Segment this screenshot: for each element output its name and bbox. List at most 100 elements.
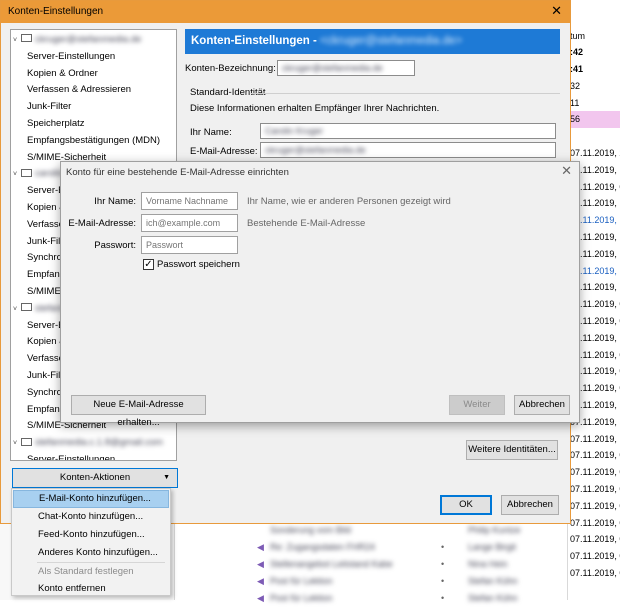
identity-email-label: E-Mail-Adresse:	[190, 146, 258, 157]
message-date[interactable]: 07.11.2019, 07:0	[568, 565, 620, 582]
tree-item[interactable]: Speicherplatz	[11, 115, 176, 132]
message-row[interactable]: ◀ Stellenangebot Leitstand Kabe • Nina Hein	[175, 556, 567, 573]
message-date[interactable]: 07.11.2019, 06:5	[568, 481, 620, 498]
menu-item-add-chat-account[interactable]: Chat-Konto hinzufügen...	[13, 508, 169, 526]
tree-account[interactable]: ˅ stefanmedia.c.1.8@gmail.com	[11, 434, 176, 451]
message-date[interactable]: 11	[568, 95, 620, 112]
message-row[interactable]: ◀ Post für Lektion • Stefan Kühn	[175, 590, 567, 607]
tree-item[interactable]: Server-Einstellungen	[11, 48, 176, 65]
new-email-address-button[interactable]: Neue E-Mail-Adresse erhalten...	[71, 395, 206, 428]
dialog-email-hint: Bestehende E-Mail-Adresse	[247, 218, 366, 229]
dialog-name-input[interactable]	[141, 192, 238, 210]
message-date[interactable]: 07.11.2019, 08:1	[568, 531, 620, 548]
more-identities-button[interactable]: Weitere Identitäten...	[466, 440, 558, 460]
collapse-icon[interactable]: ˅	[13, 435, 21, 451]
message-date[interactable]: 07.11.2019, 21:4	[568, 145, 620, 162]
message-row[interactable]: ◀ Post für Lektion • Stefan Kühn	[175, 573, 567, 590]
identity-name-label: Ihr Name:	[190, 127, 232, 138]
menu-item-remove-account[interactable]: Konto entfernen	[13, 580, 169, 598]
envelope-icon	[21, 168, 32, 177]
message-row[interactable]: Sonderung vom Bild Philip Kuntze	[175, 522, 567, 539]
dialog-email-label: E-Mail-Adresse:	[68, 218, 136, 229]
tree-account[interactable]: ˅ ckruger@stefanmedia.de	[11, 31, 176, 48]
ok-button[interactable]: OK	[440, 495, 492, 515]
reply-arrow-icon: ◀	[257, 593, 264, 603]
account-actions-menu: E-Mail-Konto hinzufügen... Chat-Konto hi…	[11, 488, 171, 596]
message-sender: Stefan Kühn	[468, 576, 518, 586]
column-header[interactable]: tum	[568, 28, 620, 45]
window-titlebar: Konten-Einstellungen ✕	[1, 1, 570, 23]
menu-item-add-feed-account[interactable]: Feed-Konto hinzufügen...	[13, 526, 169, 544]
dialog-title: Konto für eine bestehende E-Mail-Adresse…	[66, 167, 289, 178]
tree-account-label: ckruger@stefanmedia.de	[35, 34, 142, 45]
menu-item-add-mail-account[interactable]: E-Mail-Konto hinzufügen...	[13, 490, 169, 508]
message-date[interactable]: :41	[568, 61, 620, 78]
envelope-icon	[21, 437, 32, 446]
dialog-email-input[interactable]	[141, 214, 238, 232]
dialog-password-label: Passwort:	[94, 240, 136, 251]
window-title: Konten-Einstellungen	[8, 6, 104, 17]
panel-header-title: Konten-Einstellungen -	[191, 35, 321, 47]
message-subject: Sonderung vom Bild	[270, 525, 352, 535]
message-list-remainder: Sonderung vom Bild Philip Kuntze ◀ Re: Zuga…	[175, 522, 567, 603]
status-dot-icon: •	[441, 576, 445, 586]
tree-item[interactable]: Empfangsbestätigungen (MDN)	[11, 132, 176, 149]
account-name-label: Konten-Bezeichnung:	[185, 63, 276, 74]
tree-item[interactable]: Kopien & Ordner	[11, 65, 176, 82]
message-date[interactable]: 07.11.2019, 07:0	[568, 548, 620, 565]
account-actions-button[interactable]: Konten-Aktionen ▼	[12, 468, 178, 488]
tree-item[interactable]: Verfassen & Adressieren	[11, 81, 176, 98]
identity-section-description: Diese Informationen erhalten Empfänger I…	[190, 103, 440, 114]
envelope-icon	[21, 34, 32, 43]
dialog-cancel-button[interactable]: Abbrechen	[514, 395, 570, 415]
message-date[interactable]: 56	[568, 111, 620, 128]
message-date[interactable]: :42	[568, 44, 620, 61]
message-sender: Stefan Kühn	[468, 593, 518, 603]
account-actions-label: Konten-Aktionen	[59, 472, 131, 483]
menu-item-add-other-account[interactable]: Anderes Konto hinzufügen...	[13, 544, 169, 562]
envelope-icon	[21, 303, 32, 312]
chevron-down-icon: ▼	[163, 474, 170, 481]
message-date[interactable]: 07.11.2019, 09:4	[568, 447, 620, 464]
message-subject: Post für Lektion	[270, 576, 333, 586]
tree-item[interactable]: Server-Einstellungen	[11, 451, 176, 460]
remember-password-checkbox[interactable]: ✓	[143, 259, 154, 270]
settings-cancel-button[interactable]: Abbrechen	[501, 495, 559, 515]
message-sender: Lange Birgit	[468, 542, 517, 552]
message-date[interactable]: 07.11.2019, 09:0	[568, 464, 620, 481]
message-subject: Re: Zugangsdaten FHR24	[270, 542, 376, 552]
identity-name-input[interactable]: Carolin Kruger	[260, 123, 556, 139]
window-close-button[interactable]: ✕	[551, 4, 562, 18]
dialog-name-label: Ihr Name:	[94, 196, 136, 207]
reply-arrow-icon: ◀	[257, 542, 264, 552]
message-date[interactable]: 07.11.2019, 10:1	[568, 431, 620, 448]
tree-account-label: stefanmedia.c.1.8@gmail.com	[35, 437, 163, 449]
message-sender: Nina Hein	[468, 559, 508, 569]
collapse-icon[interactable]: ˅	[13, 301, 21, 317]
message-date[interactable]: 07.11.2019, 08:2	[568, 498, 620, 515]
remember-password-label: Passwort speichern	[157, 259, 240, 270]
collapse-icon[interactable]: ˅	[13, 166, 21, 182]
account-setup-dialog: Konto für eine bestehende E-Mail-Adresse…	[60, 161, 580, 428]
message-date[interactable]: 07.11.2019, 08:3	[568, 515, 620, 532]
dialog-password-input[interactable]	[141, 236, 238, 254]
reply-arrow-icon: ◀	[257, 559, 264, 569]
panel-header: Konten-Einstellungen - <ckruger@stefanme…	[185, 29, 560, 54]
tree-item[interactable]: Junk-Filter	[11, 98, 176, 115]
identity-section-divider	[251, 93, 560, 94]
collapse-icon[interactable]: ˅	[13, 32, 21, 48]
next-button[interactable]: Weiter	[449, 395, 505, 415]
message-subject: Post für Lektion	[270, 593, 333, 603]
reply-arrow-icon: ◀	[257, 576, 264, 586]
account-name-input[interactable]: ckruger@stefanmedia.de	[277, 60, 415, 76]
status-dot-icon: •	[441, 542, 445, 552]
identity-email-input[interactable]: ckruger@stefanmedia.de	[260, 142, 556, 158]
dialog-name-hint: Ihr Name, wie er anderen Personen gezeig…	[247, 196, 451, 207]
message-date[interactable]: 32	[568, 78, 620, 95]
menu-item-set-default: Als Standard festlegen	[38, 566, 134, 577]
message-subject: Stellenangebot Leitstand Kabe	[270, 559, 393, 569]
status-dot-icon: •	[441, 559, 445, 569]
message-row[interactable]: ◀ Re: Zugangsdaten FHR24 • Lange Birgit	[175, 539, 567, 556]
panel-header-account: <ckruger@stefanmedia.de>	[320, 35, 463, 47]
dialog-close-button[interactable]: ✕	[561, 164, 572, 178]
